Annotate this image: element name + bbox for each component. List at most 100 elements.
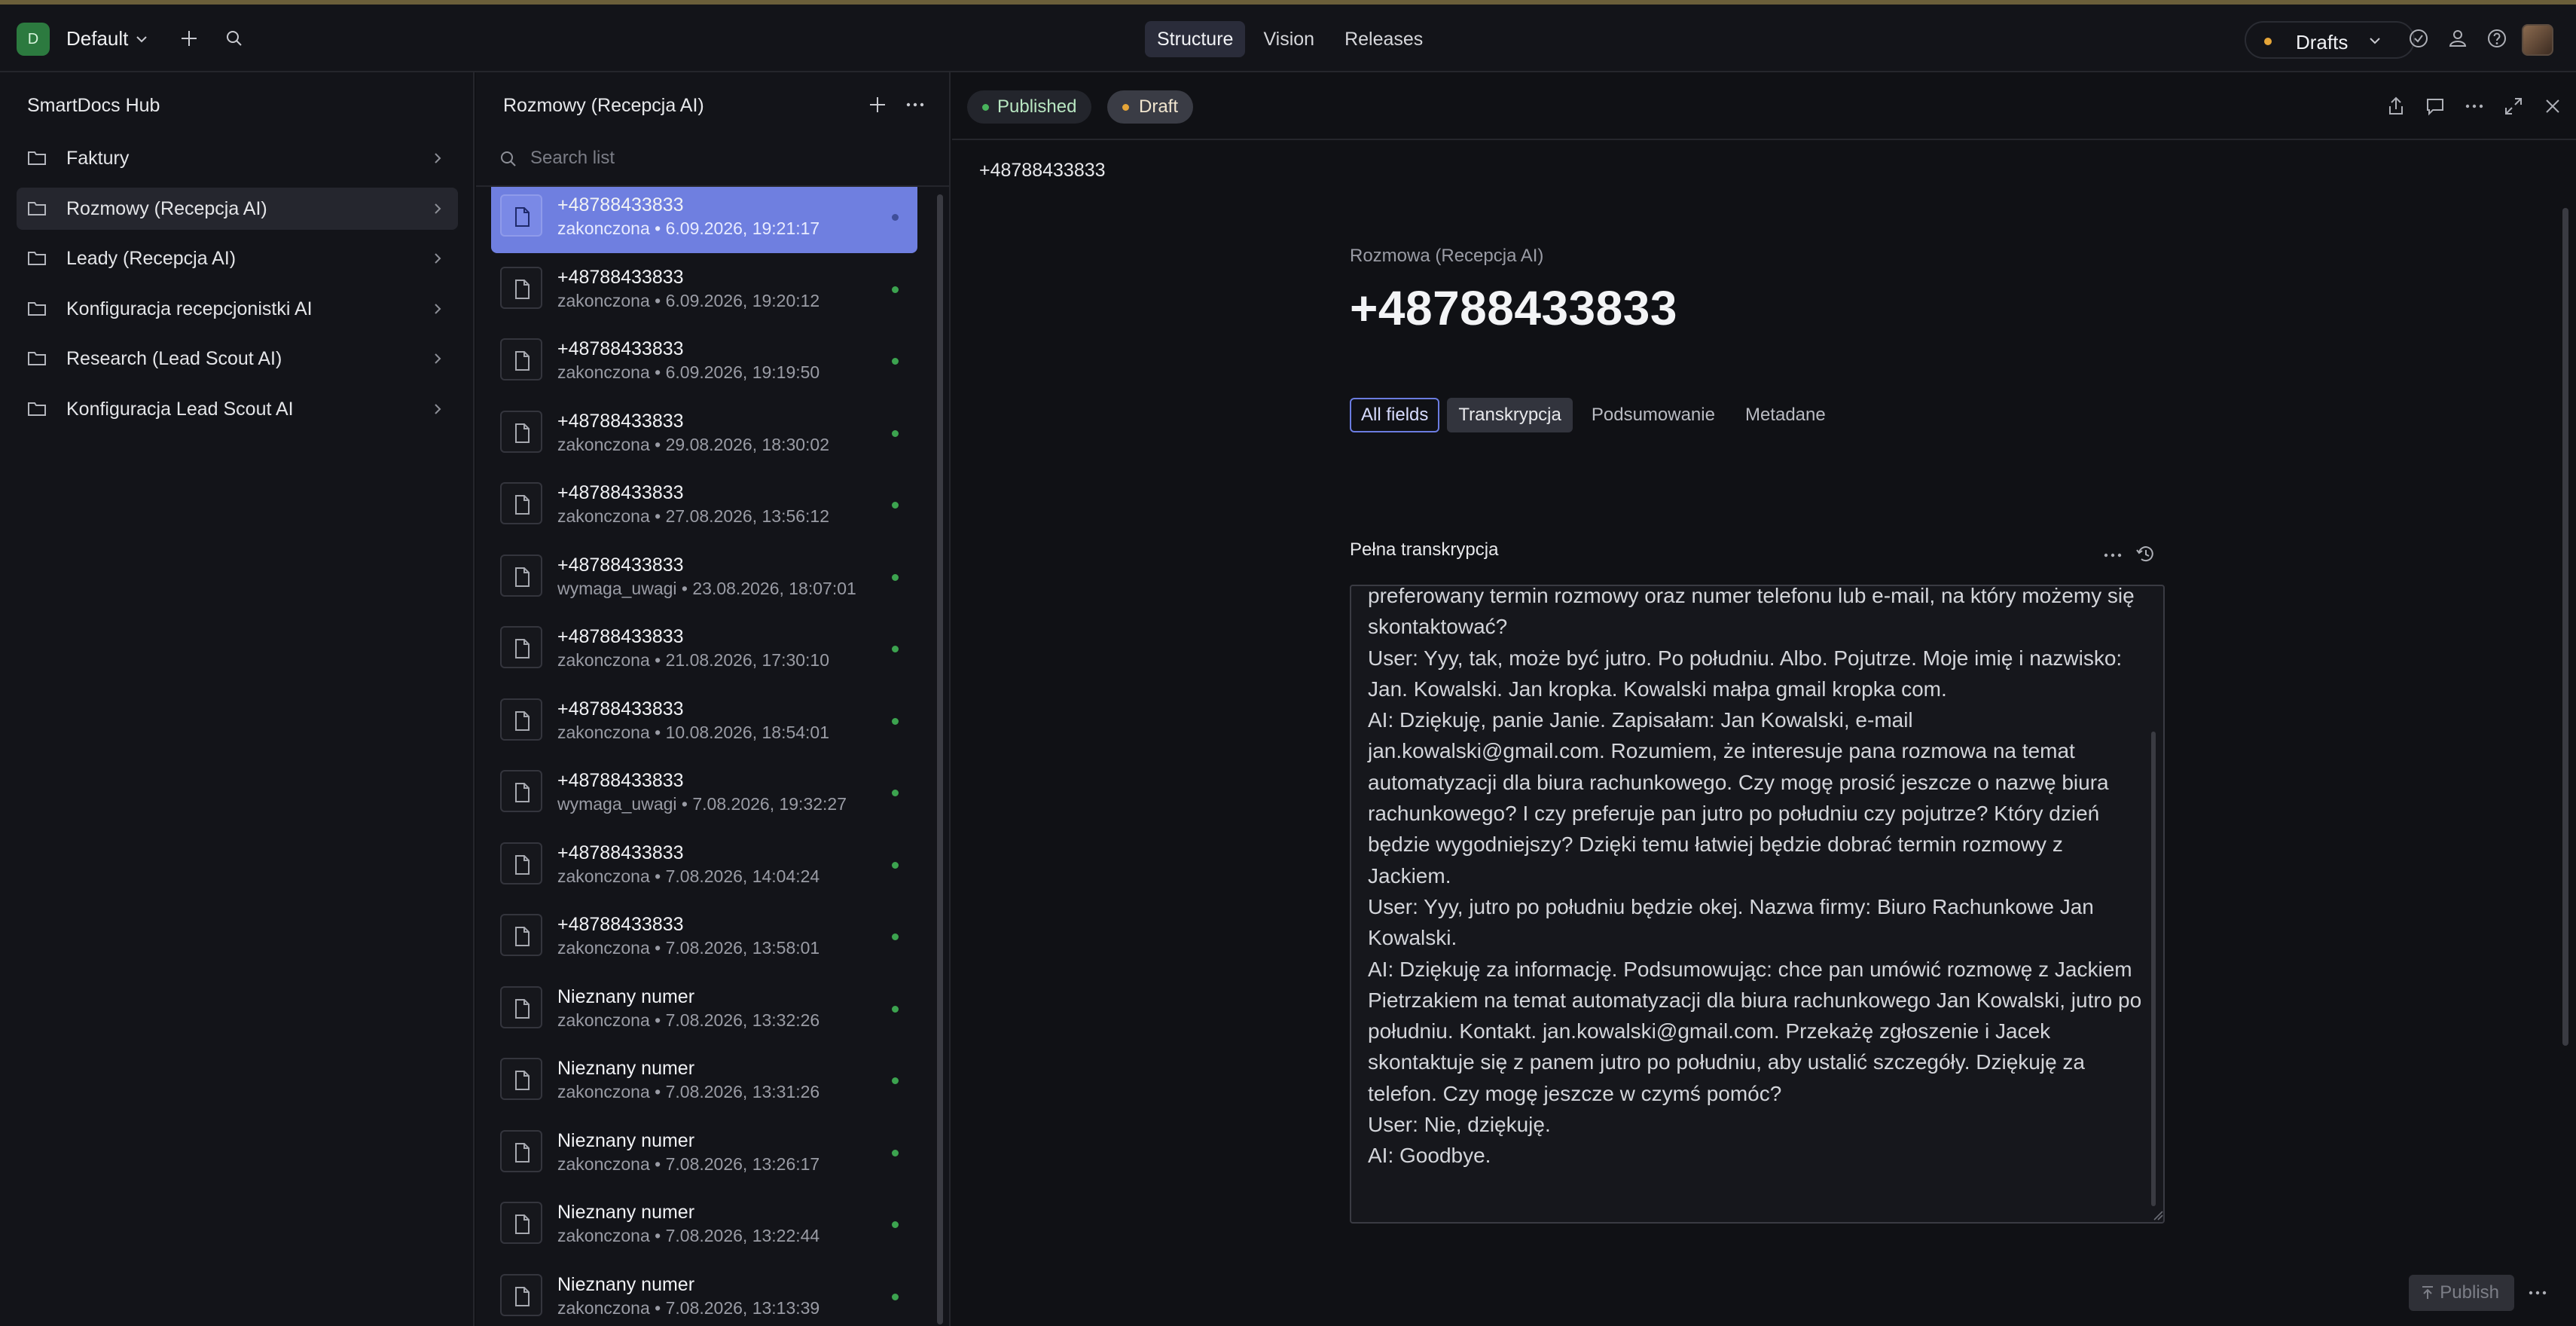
document-icon [500,842,542,885]
users-icon[interactable] [2446,27,2469,50]
more-horizontal-icon[interactable] [2526,1285,2549,1300]
tab-releases[interactable]: Releases [1332,21,1435,57]
list-item-separator: • [649,506,666,526]
workspace-name[interactable]: Default [66,27,128,50]
folder-icon [28,151,46,165]
list-item-status: zakonczona [557,506,650,526]
list-item[interactable]: +48788433833 zakonczona • 7.08.2026, 14:0… [491,829,917,901]
list-item-title: +48788433833 [557,698,684,720]
transcript-textarea[interactable]: preferowany termin rozmowy oraz numer te… [1350,585,2165,1224]
list-item-separator: • [649,1010,666,1030]
status-dot [892,1005,899,1013]
document-scrollbar[interactable] [2562,208,2568,1046]
draft-status-badge[interactable]: Draft [1107,90,1194,124]
published-status-badge[interactable]: Published [967,90,1092,124]
chevron-down-icon [2370,38,2380,44]
share-icon[interactable] [2385,95,2407,118]
drafts-selector[interactable]: Drafts [2245,21,2415,59]
list-item-subtitle: zakonczona • 7.08.2026, 13:58:01 [557,938,819,958]
help-icon[interactable] [2486,27,2508,50]
list-item-date: 10.08.2026, 18:54:01 [665,722,830,742]
publish-button[interactable]: Publish [2409,1275,2514,1311]
sidebar-item-research[interactable]: Research (Lead Scout AI) [17,338,458,380]
search-icon[interactable] [223,27,246,50]
sidebar-item-rozmowy[interactable]: Rozmowy (Recepcja AI) [17,187,458,230]
document-title: +48788433833 [1350,281,1677,335]
list-item-title: +48788433833 [557,626,684,647]
document-header: Published Draft [952,72,2576,140]
app-window: D Default Structure Vision Releases Draf… [0,0,2576,1326]
list-item-subtitle: zakonczona • 6.09.2026, 19:21:17 [557,218,819,239]
list-item-title: Nieznany numer [557,1202,695,1223]
list-item[interactable]: +48788433833 zakonczona • 6.09.2026, 19:2… [491,253,917,325]
user-avatar[interactable] [2522,24,2553,56]
list-item-subtitle: zakonczona • 7.08.2026, 14:04:24 [557,866,819,887]
status-dot [892,790,899,796]
status-dot [892,214,899,221]
chevron-down-icon[interactable] [134,32,149,47]
list-item-date: 7.08.2026, 13:22:44 [665,1226,820,1245]
list-item-status: zakonczona [557,722,650,742]
plus-icon[interactable] [866,93,889,116]
search-input[interactable] [530,145,907,172]
list-item-title: +48788433833 [557,554,684,576]
list-item[interactable]: +48788433833 zakonczona • 21.08.2026, 17:… [491,613,917,685]
history-icon[interactable] [2135,542,2157,565]
workspace-badge[interactable]: D [17,23,50,56]
search-icon [501,151,516,167]
close-icon[interactable] [2541,95,2564,118]
nav-tabs: Structure Vision Releases [1145,21,1435,59]
list-item-title: Nieznany numer [557,985,695,1007]
list-title: Rozmowy (Recepcja AI) [503,95,704,116]
transcript-scrollbar[interactable] [2151,732,2156,1206]
list-item-date: 7.08.2026, 13:58:01 [665,938,820,958]
document-breadcrumb-title: +48788433833 [979,160,1106,181]
list-item-subtitle: zakonczona • 7.08.2026, 13:13:39 [557,1298,819,1318]
list-item[interactable]: +48788433833 wymaga_uwagi • 7.08.2026, 19… [491,756,917,829]
resize-grip-icon[interactable] [2151,1208,2163,1221]
list-scrollbar[interactable] [937,194,943,1324]
list-item-status: zakonczona [557,650,650,670]
status-dot [892,933,899,940]
list-item[interactable]: Nieznany numer zakonczona • 7.08.2026, 13… [491,1044,917,1117]
list-item-date: 21.08.2026, 17:30:10 [665,650,830,670]
list-item-status: zakonczona [557,1297,650,1318]
tab-structure[interactable]: Structure [1145,21,1246,57]
list-item-separator: • [649,434,666,454]
document-icon [500,194,542,237]
tab-podsumowanie[interactable]: Podsumowanie [1580,398,1726,432]
list-item-separator: • [649,1153,666,1174]
expand-icon[interactable] [2502,95,2525,118]
document-icon [500,985,542,1028]
sidebar-item-konfiguracja-lead-scout[interactable]: Konfiguracja Lead Scout AI [17,388,458,430]
list-item[interactable]: Nieznany numer zakonczona • 7.08.2026, 13… [491,1188,917,1260]
list-item[interactable]: +48788433833 zakonczona • 29.08.2026, 18:… [491,397,917,469]
list-item[interactable]: +48788433833 zakonczona • 6.09.2026, 19:1… [491,325,917,397]
document-icon [500,1273,542,1316]
list-item[interactable]: +48788433833 zakonczona • 27.08.2026, 13:… [491,469,917,541]
list-item[interactable]: Nieznany numer zakonczona • 7.08.2026, 13… [491,973,917,1045]
list-item[interactable]: Nieznany numer zakonczona • 7.08.2026, 13… [491,1117,917,1189]
document-list-items: +48788433833 zakonczona • 6.09.2026, 19:2… [491,187,917,1326]
sidebar-item-faktury[interactable]: Faktury [17,137,458,179]
tab-vision[interactable]: Vision [1251,21,1326,57]
tab-all-fields[interactable]: All fields [1350,398,1440,432]
sidebar-item-leady[interactable]: Leady (Recepcja AI) [17,237,458,280]
document-icon [500,914,542,956]
list-item-separator: • [649,1297,666,1318]
list-item[interactable]: Nieznany numer zakonczona • 7.08.2026, 13… [491,1260,917,1326]
list-item[interactable]: +48788433833 zakonczona • 6.09.2026, 19:2… [491,187,917,253]
sidebar-item-konfiguracja-recepcjonistki[interactable]: Konfiguracja recepcjonistki AI [17,288,458,330]
check-circle-icon[interactable] [2407,27,2430,50]
list-item[interactable]: +48788433833 zakonczona • 7.08.2026, 13:5… [491,900,917,973]
more-horizontal-icon[interactable] [904,93,926,116]
comment-icon[interactable] [2424,95,2446,118]
plus-icon[interactable] [178,27,200,50]
publish-label: Publish [2440,1282,2499,1303]
list-item[interactable]: +48788433833 wymaga_uwagi • 23.08.2026, 1… [491,541,917,613]
list-item[interactable]: +48788433833 zakonczona • 10.08.2026, 18:… [491,685,917,757]
more-horizontal-icon[interactable] [2463,95,2486,118]
tab-transkrypcja[interactable]: Transkrypcja [1447,398,1573,432]
tab-metadane[interactable]: Metadane [1734,398,1837,432]
more-horizontal-icon[interactable] [2101,545,2124,565]
